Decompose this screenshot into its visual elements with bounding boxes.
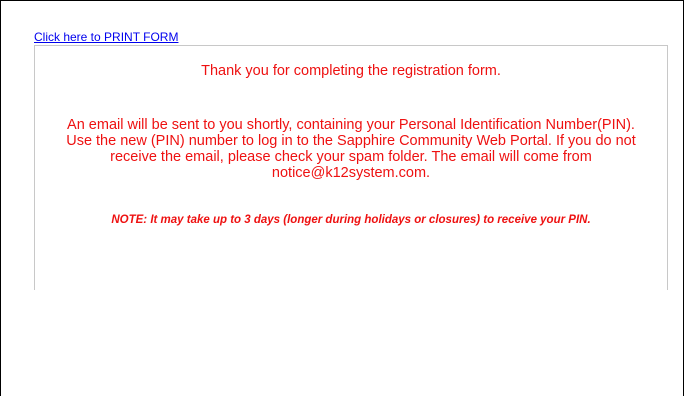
confirmation-panel: Thank you for completing the registratio… (34, 45, 668, 290)
pin-delay-note: NOTE: It may take up to 3 days (longer d… (111, 214, 591, 226)
email-notice-message: An email will be sent to you shortly, co… (66, 117, 636, 181)
print-form-link[interactable]: Click here to PRINT FORM (34, 30, 178, 44)
thank-you-message: Thank you for completing the registratio… (201, 63, 501, 79)
